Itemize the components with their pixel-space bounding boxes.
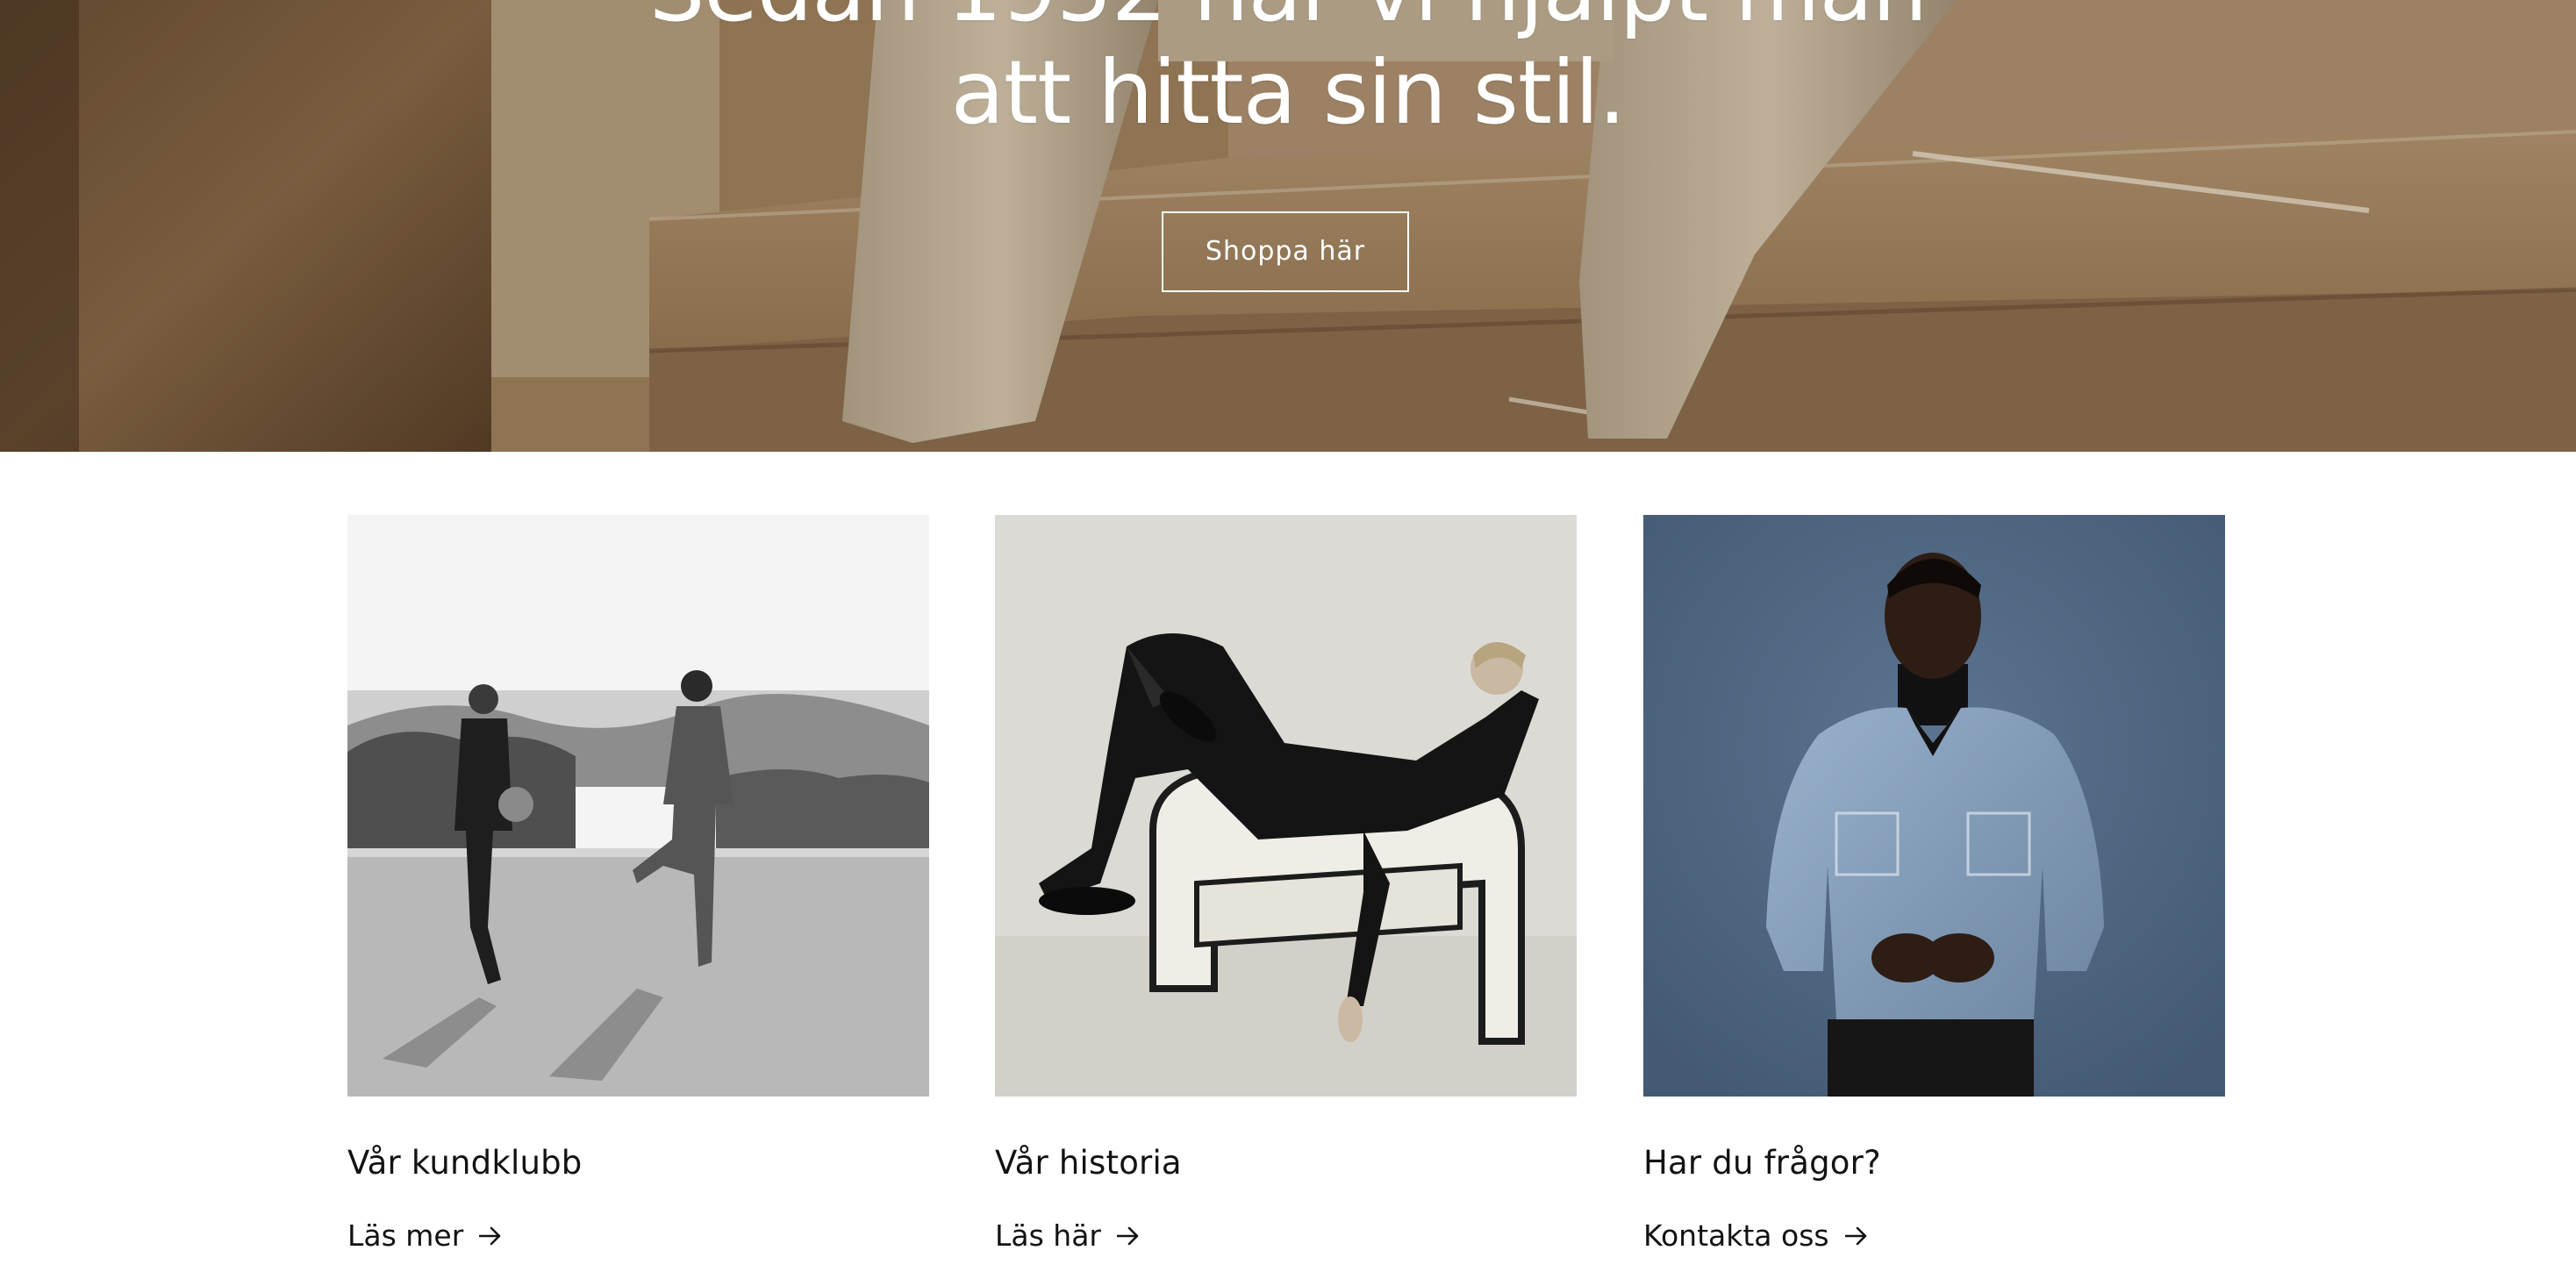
arrow-right-icon <box>1117 1226 1139 1246</box>
contact-us-link[interactable]: Kontakta oss <box>1643 1217 1868 1255</box>
read-here-link-label: Läs här <box>995 1218 1101 1253</box>
card-title-customer-club: Vår kundklubb <box>347 1144 583 1182</box>
hero-heading: Sedan 1952 har vi hjälpt män att hitta s… <box>0 0 2576 144</box>
shop-here-button[interactable]: Shoppa här <box>1162 211 1409 292</box>
hero-content: Sedan 1952 har vi hjälpt män att hitta s… <box>0 0 2576 452</box>
card-title-questions: Har du frågor? <box>1643 1144 1881 1182</box>
hero-heading-line-1: Sedan 1952 har vi hjälpt män <box>0 0 2576 41</box>
man-reclining-in-armchair-photo <box>995 515 1577 1097</box>
card-image-questions[interactable] <box>1643 515 2225 1097</box>
arrow-right-icon <box>479 1226 501 1246</box>
read-here-link[interactable]: Läs här <box>995 1217 1140 1255</box>
hero-banner: Sedan 1952 har vi hjälpt män att hitta s… <box>0 0 2576 452</box>
card-questions: Har du frågor? Kontakta oss <box>1643 515 2225 1253</box>
hero-heading-line-2: att hitta sin stil. <box>950 41 1627 144</box>
card-our-history: Vår historia Läs här <box>995 515 1577 1253</box>
read-more-link-label: Läs mer <box>347 1218 464 1253</box>
read-more-link[interactable]: Läs mer <box>347 1217 502 1255</box>
card-image-our-history[interactable] <box>995 515 1577 1097</box>
man-in-denim-shirt-photo <box>1643 515 2225 1097</box>
arrow-right-icon <box>1844 1226 1866 1246</box>
card-image-customer-club[interactable] <box>347 515 929 1097</box>
men-playing-football-photo <box>347 515 929 1097</box>
contact-us-link-label: Kontakta oss <box>1643 1218 1829 1253</box>
card-title-our-history: Vår historia <box>995 1144 1182 1182</box>
card-customer-club: Vår kundklubb Läs mer <box>347 515 929 1253</box>
